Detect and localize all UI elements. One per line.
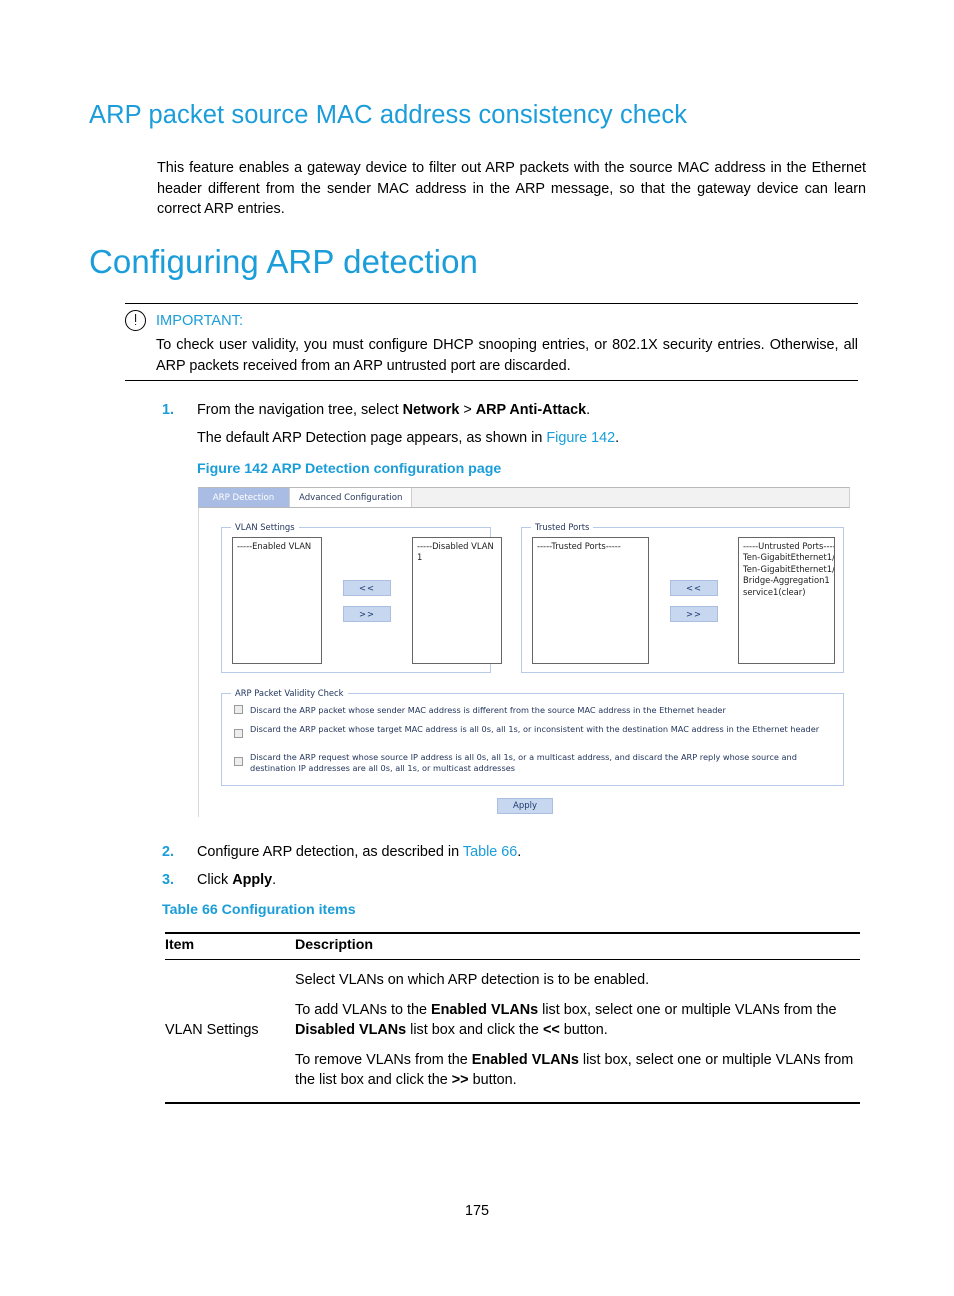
desc-3-pre: To remove VLANs from the — [295, 1051, 472, 1068]
table-row: VLAN Settings Select VLANs on which ARP … — [165, 959, 860, 1104]
table-caption: Table 66 Configuration items — [162, 902, 356, 918]
enabled-vlan-listbox[interactable]: -----Enabled VLAN — [232, 537, 322, 664]
important-icon — [125, 310, 146, 331]
untrusted-ports-item[interactable]: Bridge-Aggregation1 — [743, 575, 830, 586]
desc-paragraph-2: To add VLANs to the Enabled VLANs list b… — [295, 1000, 860, 1041]
checkbox-source-ip[interactable] — [234, 757, 243, 766]
disabled-vlan-listbox[interactable]: -----Disabled VLAN 1 — [412, 537, 502, 664]
untrusted-ports-header: -----Untrusted Ports----- — [743, 541, 835, 551]
step-1-subtext: The default ARP Detection page appears, … — [197, 428, 862, 449]
figure-142-link[interactable]: Figure 142 — [546, 430, 615, 446]
table-cell-item-vlan-settings: VLAN Settings — [165, 959, 295, 1104]
note-header: IMPORTANT: — [125, 310, 858, 331]
desc-3-bold-enabled-vlans: Enabled VLANs — [471, 1051, 579, 1068]
trusted-ports-listbox[interactable]: -----Trusted Ports----- — [532, 537, 649, 664]
untrusted-ports-item[interactable]: service1(clear) — [743, 587, 830, 598]
validity-option-2[interactable]: Discard the ARP packet whose target MAC … — [234, 724, 834, 738]
desc-2-bold-enabled-vlans: Enabled VLANs — [431, 1001, 539, 1018]
vlan-move-right-button[interactable]: >> — [343, 606, 391, 622]
desc-2-bold-left-button: << — [542, 1022, 560, 1039]
untrusted-ports-item[interactable]: Ten-GigabitEthernet1/0/1 — [743, 552, 834, 563]
checkbox-sender-mac[interactable] — [234, 705, 243, 714]
step-1-body: From the navigation tree, select Network… — [197, 400, 862, 448]
untrusted-ports-listbox[interactable]: -----Untrusted Ports----- Ten-GigabitEth… — [738, 537, 835, 664]
step-1-text-post: . — [586, 402, 591, 418]
untrusted-ports-item[interactable]: Ten-GigabitEthernet1/0/2 — [743, 564, 834, 575]
section-heading: ARP packet source MAC address consistenc… — [89, 101, 688, 129]
table-cell-description-vlan-settings: Select VLANs on which ARP detection is t… — [295, 959, 860, 1104]
configuration-items-table: Item Description VLAN Settings Select VL… — [165, 932, 860, 1104]
chapter-heading: Configuring ARP detection — [89, 243, 478, 280]
validity-option-1-label: Discard the ARP packet whose sender MAC … — [250, 705, 726, 715]
figure-caption: Figure 142 ARP Detection configuration p… — [197, 461, 502, 477]
note-title: IMPORTANT: — [156, 312, 244, 329]
step-1-text-pre: From the navigation tree, select — [197, 402, 403, 418]
desc-2-pre: To add VLANs to the — [295, 1001, 431, 1018]
step-1-bold-network: Network — [402, 402, 460, 418]
desc-2-bold-disabled-vlans: Disabled VLANs — [295, 1022, 407, 1039]
desc-3-post: button. — [468, 1072, 517, 1089]
step-3-bold-apply: Apply — [232, 872, 273, 888]
step-1-separator: > — [459, 402, 476, 418]
vlan-move-left-button[interactable]: << — [343, 580, 391, 596]
vlan-settings-legend: VLAN Settings — [231, 522, 299, 532]
page-number: 175 — [464, 1203, 489, 1219]
trusted-ports-header: -----Trusted Ports----- — [537, 541, 621, 551]
validity-option-3[interactable]: Discard the ARP request whose source IP … — [234, 752, 834, 774]
desc-2-mid1: list box, select one or multiple VLANs f… — [538, 1001, 837, 1018]
note-body: To check user validity, you must configu… — [156, 337, 858, 374]
validity-check-legend: ARP Packet Validity Check — [231, 688, 348, 698]
tab-advanced-configuration[interactable]: Advanced Configuration — [290, 488, 413, 507]
validity-check-group: ARP Packet Validity Check Discard the AR… — [221, 688, 844, 786]
step-1-sub-pre: The default ARP Detection page appears, … — [197, 429, 547, 446]
step-3: 3. Click Apply. — [162, 870, 862, 891]
ports-move-right-button[interactable]: >> — [670, 606, 718, 622]
validity-option-2-label: Discard the ARP packet whose target MAC … — [250, 724, 820, 734]
ports-move-left-button[interactable]: << — [670, 580, 718, 596]
step-2-text-post: . — [517, 844, 522, 860]
vlan-settings-group: VLAN Settings -----Enabled VLAN << >> --… — [221, 522, 502, 673]
step-3-text-post: . — [272, 872, 277, 888]
note-bottom-rule — [125, 380, 858, 382]
trusted-ports-group: Trusted Ports -----Trusted Ports----- <<… — [521, 522, 844, 673]
desc-2-post: button. — [559, 1022, 608, 1039]
desc-3-bold-right-button: >> — [451, 1072, 469, 1089]
step-2-text-pre: Configure ARP detection, as described in — [197, 844, 463, 860]
disabled-vlan-item[interactable]: 1 — [417, 552, 497, 563]
figure-body: VLAN Settings -----Enabled VLAN << >> --… — [198, 508, 851, 817]
tab-bar-filler — [412, 488, 849, 507]
table-header-item: Item — [165, 932, 295, 960]
table-header-description: Description — [295, 932, 860, 960]
trusted-ports-legend: Trusted Ports — [531, 522, 594, 532]
desc-paragraph-3: To remove VLANs from the Enabled VLANs l… — [295, 1050, 860, 1091]
tab-bar: ARP Detection Advanced Configuration — [198, 487, 850, 508]
apply-button[interactable]: Apply — [497, 798, 553, 814]
step-1-number: 1. — [162, 402, 175, 418]
step-3-number: 3. — [162, 872, 175, 888]
step-1-bold-arp-anti-attack: ARP Anti-Attack — [475, 402, 587, 418]
arp-detection-screenshot: ARP Detection Advanced Configuration VLA… — [198, 487, 851, 817]
step-1-sub-post: . — [615, 429, 620, 446]
table-66-link[interactable]: Table 66 — [463, 844, 517, 860]
intro-paragraph: This feature enables a gateway device to… — [157, 160, 866, 218]
note-top-rule — [125, 303, 858, 304]
step-1: 1. From the navigation tree, select Netw… — [162, 400, 862, 448]
desc-paragraph-1: Select VLANs on which ARP detection is t… — [295, 972, 650, 988]
step-2-number: 2. — [162, 844, 175, 860]
step-3-body: Click Apply. — [197, 870, 862, 891]
step-2: 2. Configure ARP detection, as described… — [162, 842, 862, 863]
validity-option-1[interactable]: Discard the ARP packet whose sender MAC … — [234, 705, 834, 716]
table-header-row: Item Description — [165, 932, 860, 960]
desc-2-mid2: list box and click the — [406, 1022, 543, 1039]
step-2-body: Configure ARP detection, as described in… — [197, 842, 862, 863]
step-3-text-pre: Click — [197, 872, 233, 888]
validity-option-3-label: Discard the ARP request whose source IP … — [250, 752, 797, 774]
tab-arp-detection[interactable]: ARP Detection — [198, 488, 290, 507]
checkbox-target-mac[interactable] — [234, 729, 243, 738]
disabled-vlan-header: -----Disabled VLAN — [417, 541, 494, 551]
enabled-vlan-header: -----Enabled VLAN — [237, 541, 312, 551]
important-note: IMPORTANT: To check user validity, you m… — [125, 303, 858, 382]
